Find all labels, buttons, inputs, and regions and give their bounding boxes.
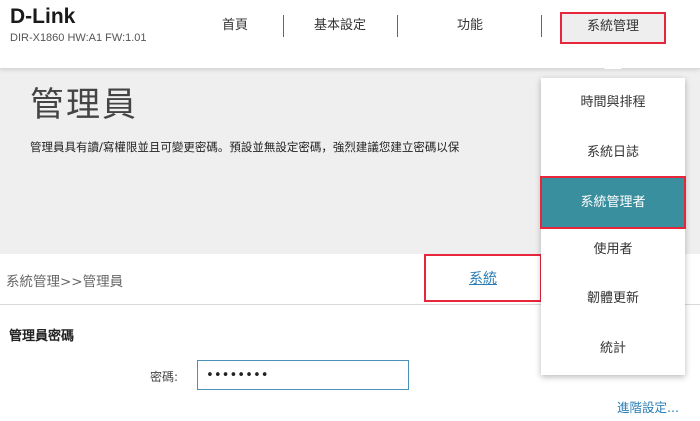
menu-item-statistics[interactable]: 統計 xyxy=(541,338,685,360)
dropdown-pointer xyxy=(604,60,622,69)
page-title: 管理員 xyxy=(30,85,138,125)
top-header: D-Link DIR-X1860 HW:A1 FW:1.01 首頁 基本設定 功… xyxy=(0,0,700,69)
main-nav: 首頁 基本設定 功能 系統管理 xyxy=(0,12,700,44)
menu-item-system-log[interactable]: 系統日誌 xyxy=(541,142,685,164)
password-label: 密碼: xyxy=(150,370,179,384)
menu-item-firmware-update[interactable]: 韌體更新 xyxy=(541,288,685,310)
tab-system-label[interactable]: 系統 xyxy=(469,271,497,287)
menu-item-user[interactable]: 使用者 xyxy=(541,239,685,261)
nav-divider xyxy=(541,15,542,37)
nav-features[interactable]: 功能 xyxy=(430,12,510,40)
nav-management[interactable]: 系統管理 xyxy=(560,12,666,44)
nav-settings[interactable]: 基本設定 xyxy=(300,12,380,40)
nav-divider xyxy=(283,15,284,37)
breadcrumb: 系統管理>>管理員 xyxy=(6,274,124,290)
nav-home[interactable]: 首頁 xyxy=(200,12,270,40)
menu-item-system-admin[interactable]: 系統管理者 xyxy=(540,176,686,229)
page-description: 管理員具有讀/寫權限並且可變更密碼。預設並無設定密碼，強烈建議您建立密碼以保 xyxy=(30,140,460,154)
advanced-settings-link[interactable]: 進階設定... xyxy=(617,397,679,416)
section-title: 管理員密碼 xyxy=(9,329,75,344)
password-input[interactable] xyxy=(197,360,409,390)
menu-item-time-schedule[interactable]: 時間與排程 xyxy=(541,92,685,114)
management-dropdown: 時間與排程 系統日誌 系統管理者 使用者 韌體更新 統計 xyxy=(540,78,686,375)
tab-system[interactable]: 系統 xyxy=(424,254,542,302)
nav-divider xyxy=(397,15,398,37)
